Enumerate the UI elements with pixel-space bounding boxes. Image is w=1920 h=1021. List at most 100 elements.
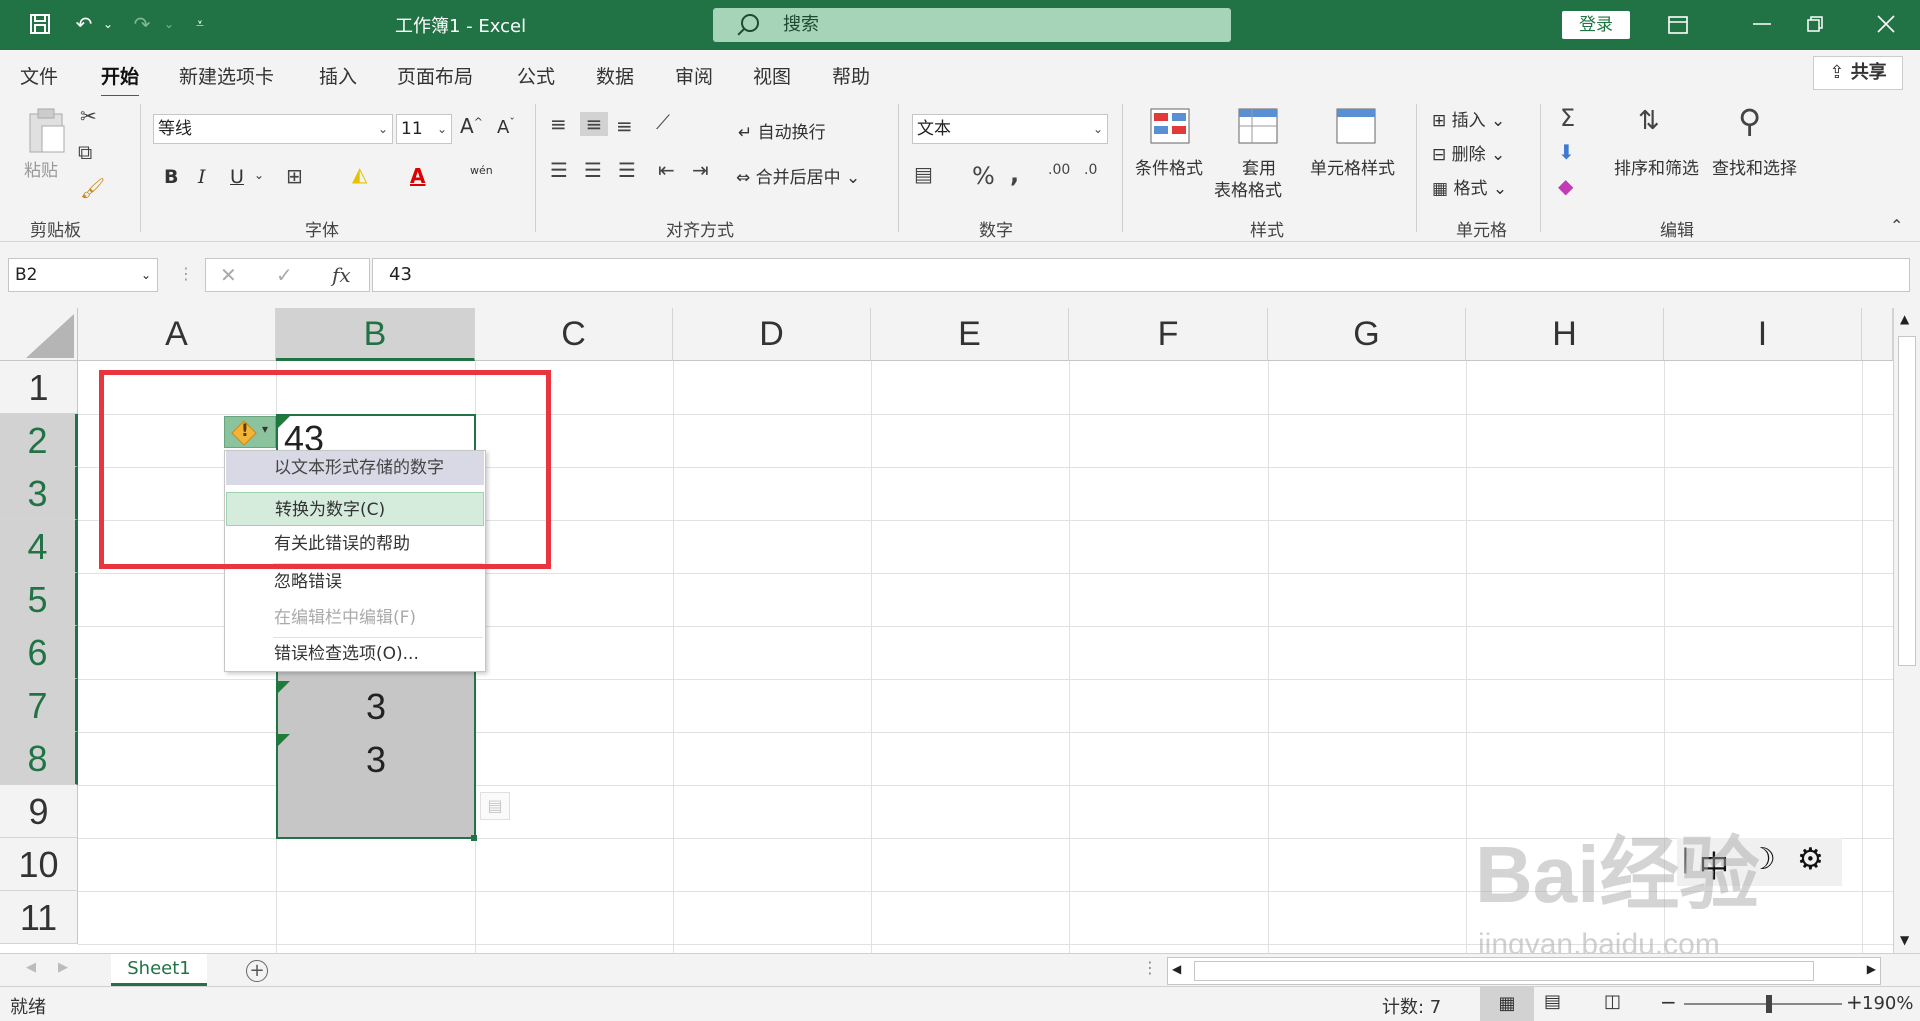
column-header[interactable]: B bbox=[276, 308, 475, 361]
cell-B8[interactable]: 3 bbox=[277, 739, 475, 781]
formula-input[interactable]: 43 bbox=[372, 258, 1910, 292]
column-header[interactable]: D bbox=[673, 308, 871, 361]
decrease-decimal-icon[interactable]: .0 bbox=[1084, 162, 1097, 178]
scroll-right-icon[interactable]: ▶ bbox=[1867, 962, 1876, 976]
orientation-icon[interactable]: ⟋ bbox=[656, 110, 670, 134]
column-header[interactable]: G bbox=[1268, 308, 1466, 361]
autosum-icon[interactable]: Σ bbox=[1560, 104, 1575, 132]
bold-button[interactable]: B bbox=[164, 166, 178, 188]
fill-color-icon[interactable]: ◭ bbox=[352, 162, 367, 186]
sort-filter-button[interactable]: 排序和筛选 bbox=[1614, 154, 1699, 179]
tab-insert[interactable]: 插入 bbox=[319, 62, 357, 89]
copy-icon[interactable]: ⧉ bbox=[78, 140, 92, 164]
conditional-format-button[interactable]: 条件格式 bbox=[1135, 154, 1203, 179]
find-select-icon[interactable]: ⚲ bbox=[1738, 102, 1761, 140]
align-middle-icon[interactable]: ≡ bbox=[580, 112, 608, 136]
row-header[interactable]: 7 bbox=[0, 679, 78, 732]
tab-view[interactable]: 视图 bbox=[753, 62, 791, 89]
conditional-format-icon[interactable] bbox=[1150, 108, 1190, 149]
sort-filter-icon[interactable]: ⇅ bbox=[1638, 106, 1660, 136]
function-icon[interactable]: fx bbox=[332, 263, 351, 287]
column-header[interactable]: F bbox=[1069, 308, 1268, 361]
zoom-slider-thumb[interactable] bbox=[1766, 995, 1772, 1013]
find-select-button[interactable]: 查找和选择 bbox=[1712, 154, 1797, 179]
tab-help[interactable]: 帮助 bbox=[832, 62, 870, 89]
align-left-icon[interactable]: ☰ bbox=[550, 158, 568, 182]
add-sheet-icon[interactable]: + bbox=[246, 960, 268, 982]
minimize-icon[interactable] bbox=[1748, 10, 1776, 38]
menu-item-edit-in-formula-bar[interactable]: 在编辑栏中编辑(F) bbox=[226, 601, 484, 635]
confirm-icon[interactable]: ✓ bbox=[276, 263, 293, 287]
menu-item-ignore-error[interactable]: 忽略错误 bbox=[226, 565, 484, 599]
page-break-view-icon[interactable]: ◫ bbox=[1604, 991, 1621, 1012]
decrease-indent-icon[interactable]: ⇤ bbox=[658, 158, 675, 182]
zoom-slider[interactable] bbox=[1684, 1003, 1842, 1005]
column-header-partial[interactable] bbox=[1862, 308, 1893, 361]
row-header[interactable]: 4 bbox=[0, 520, 78, 573]
increase-indent-icon[interactable]: ⇥ bbox=[692, 158, 709, 182]
scroll-right-sheets-icon[interactable]: ▶ bbox=[58, 960, 68, 975]
zoom-in-icon[interactable]: + bbox=[1846, 990, 1863, 1014]
row-header[interactable]: 11 bbox=[0, 891, 78, 944]
customize-toolbar-icon[interactable]: ⩡ bbox=[186, 10, 214, 38]
column-header[interactable]: E bbox=[871, 308, 1069, 361]
clear-icon[interactable]: ◆ bbox=[1558, 174, 1573, 198]
zoom-out-icon[interactable]: − bbox=[1660, 990, 1677, 1014]
tab-formulas[interactable]: 公式 bbox=[517, 62, 555, 89]
underline-button[interactable]: U bbox=[230, 166, 244, 188]
collapse-ribbon-icon[interactable]: ⌃ bbox=[1890, 216, 1903, 235]
merge-center-button[interactable]: ⇔ 合并后居中 ⌄ bbox=[736, 163, 860, 188]
row-header[interactable]: 3 bbox=[0, 467, 78, 520]
cell-styles-icon[interactable] bbox=[1336, 108, 1380, 149]
row-header[interactable]: 10 bbox=[0, 838, 78, 891]
vertical-scrollbar[interactable]: ▲ ▼ bbox=[1893, 308, 1920, 953]
undo-dropdown-icon[interactable]: ⌄ bbox=[94, 10, 122, 38]
scroll-thumb[interactable] bbox=[1898, 336, 1916, 666]
tab-new[interactable]: 新建选项卡 bbox=[179, 62, 274, 89]
login-button[interactable]: 登录 bbox=[1562, 11, 1630, 39]
align-bottom-icon[interactable]: ≡ bbox=[616, 114, 633, 138]
scroll-up-icon[interactable]: ▲ bbox=[1900, 312, 1909, 326]
tab-home[interactable]: 开始 bbox=[101, 62, 140, 98]
row-header[interactable]: 2 bbox=[0, 414, 78, 467]
tab-page-layout[interactable]: 页面布局 bbox=[397, 62, 473, 89]
fill-icon[interactable]: ⬇ bbox=[1558, 140, 1575, 164]
column-header[interactable]: H bbox=[1466, 308, 1664, 361]
tab-file[interactable]: 文件 bbox=[20, 62, 58, 89]
close-icon[interactable] bbox=[1872, 10, 1900, 38]
drag-handle-icon[interactable]: ⋮ bbox=[1142, 958, 1158, 977]
paste-button[interactable]: 粘贴 bbox=[24, 156, 58, 181]
align-right-icon[interactable]: ☰ bbox=[618, 158, 636, 182]
ribbon-display-icon[interactable] bbox=[1664, 11, 1692, 39]
cell-B7[interactable]: 3 bbox=[277, 686, 475, 728]
paste-icon[interactable] bbox=[24, 106, 68, 154]
select-all-corner[interactable] bbox=[0, 308, 78, 361]
accounting-format-icon[interactable]: ▤ bbox=[914, 162, 933, 186]
font-color-icon[interactable]: A bbox=[410, 164, 425, 188]
share-button[interactable]: ⇪ 共享 bbox=[1813, 56, 1903, 90]
number-format-select[interactable]: 文本 ⌄ bbox=[912, 114, 1108, 144]
column-header[interactable]: A bbox=[78, 308, 276, 361]
increase-decimal-icon[interactable]: .00 bbox=[1048, 162, 1070, 178]
format-cells-button[interactable]: ▦ 格式 ⌄ bbox=[1432, 174, 1507, 199]
cut-icon[interactable]: ✂ bbox=[80, 104, 97, 128]
chevron-down-icon[interactable]: ⌄ bbox=[254, 168, 264, 182]
redo-dropdown-icon[interactable]: ⌄ bbox=[155, 10, 183, 38]
zoom-level[interactable]: 190% bbox=[1862, 993, 1913, 1014]
page-layout-view-icon[interactable]: ▤ bbox=[1544, 991, 1561, 1012]
horizontal-scrollbar[interactable]: ◀ ▶ bbox=[1167, 957, 1881, 985]
decrease-font-icon[interactable]: Aˇ bbox=[497, 116, 515, 138]
borders-icon[interactable]: ⊞ bbox=[286, 164, 303, 188]
save-icon[interactable] bbox=[26, 10, 54, 38]
italic-button[interactable]: I bbox=[198, 166, 206, 188]
search-input[interactable]: 搜索 bbox=[713, 8, 1231, 42]
normal-view-icon[interactable]: ▦ bbox=[1480, 987, 1534, 1021]
quick-analysis-icon[interactable]: ▤ bbox=[480, 792, 510, 820]
sheet-tab-sheet1[interactable]: Sheet1 bbox=[111, 954, 207, 986]
comma-style-icon[interactable]: , bbox=[1010, 160, 1019, 188]
wrap-text-button[interactable]: ↵ 自动换行 bbox=[738, 118, 826, 143]
insert-cells-button[interactable]: ⊞ 插入 ⌄ bbox=[1432, 106, 1505, 131]
scroll-left-sheets-icon[interactable]: ◀ bbox=[26, 960, 36, 975]
drag-handle-icon[interactable]: ⋮ bbox=[178, 264, 194, 283]
format-painter-icon[interactable]: 🖌 bbox=[80, 176, 105, 200]
